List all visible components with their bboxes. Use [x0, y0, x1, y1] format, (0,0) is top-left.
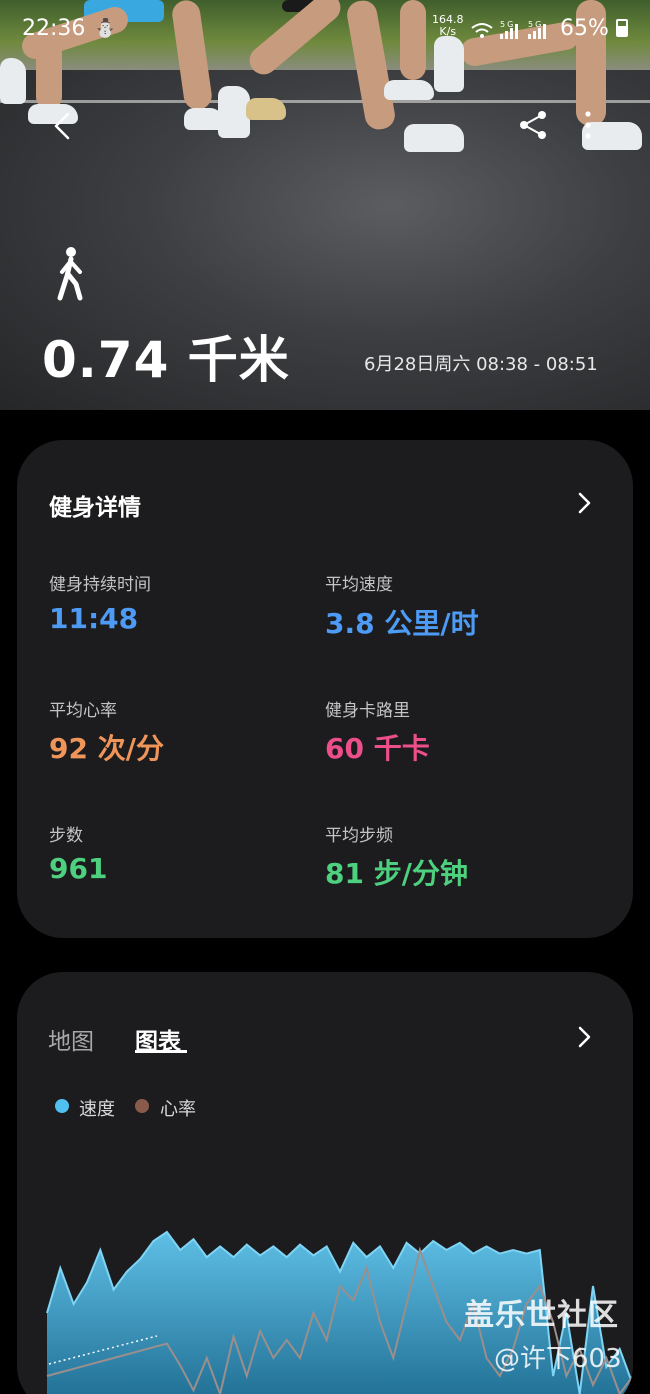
- stat-speed-value: 3.8 公里/时: [325, 607, 479, 640]
- workout-datetime: 6月28日周六 08:38 - 08:51: [364, 354, 598, 375]
- hero-banner: 22:36 ⛄ 164.8 K/s 5G 5G 65% 0.74 千米 6月28…: [0, 0, 650, 410]
- back-arrow-icon[interactable]: [44, 108, 80, 144]
- stat-speed-label: 平均速度: [325, 575, 393, 595]
- stat-duration-label: 健身持续时间: [49, 575, 151, 595]
- chevron-right-icon[interactable]: [573, 1024, 595, 1050]
- details-title: 健身详情: [49, 495, 141, 521]
- stat-duration-value: 11:48: [49, 602, 139, 635]
- notification-icon: ⛄: [94, 18, 117, 39]
- share-icon[interactable]: [516, 108, 550, 142]
- stat-heartrate-value: 92 次/分: [49, 732, 164, 765]
- workout-details-card[interactable]: 健身详情 健身持续时间 11:48 平均速度 3.8 公里/时 平均心率 92 …: [17, 440, 633, 938]
- stat-calories-label: 健身卡路里: [325, 701, 410, 721]
- watermark-author: @许下603: [494, 1344, 622, 1374]
- tab-chart-underline: [135, 1050, 187, 1053]
- battery-icon: [615, 19, 628, 37]
- status-bar: 22:36 ⛄ 164.8 K/s 5G 5G 65%: [0, 12, 650, 46]
- background-lane-line: [0, 100, 650, 103]
- signal-icons: 5G 5G: [470, 18, 556, 46]
- legend-speed-label: 速度: [79, 1099, 115, 1120]
- svg-text:5G: 5G: [528, 20, 543, 29]
- legend-speed-dot: [55, 1099, 69, 1113]
- legend-heartrate-dot: [135, 1099, 149, 1113]
- chevron-right-icon[interactable]: [573, 490, 595, 516]
- stat-cadence-label: 平均步频: [325, 826, 393, 846]
- stat-cadence-value: 81 步/分钟: [325, 857, 468, 890]
- legend-heartrate-label: 心率: [160, 1099, 196, 1120]
- stat-steps-value: 961: [49, 852, 108, 885]
- status-time: 22:36: [22, 16, 86, 41]
- tab-map[interactable]: 地图: [48, 1022, 94, 1056]
- watermark-community: 盖乐世社区: [464, 1298, 619, 1333]
- distance-value: 0.74 千米: [42, 331, 290, 389]
- svg-text:5G: 5G: [500, 20, 515, 29]
- stat-calories-value: 60 千卡: [325, 732, 430, 765]
- stat-steps-label: 步数: [49, 826, 83, 846]
- walking-person-icon: [57, 247, 83, 301]
- stat-heartrate-label: 平均心率: [49, 701, 117, 721]
- more-vertical-icon[interactable]: [576, 108, 600, 142]
- battery-indicator: 65%: [560, 16, 628, 41]
- network-rate: 164.8 K/s: [432, 13, 464, 38]
